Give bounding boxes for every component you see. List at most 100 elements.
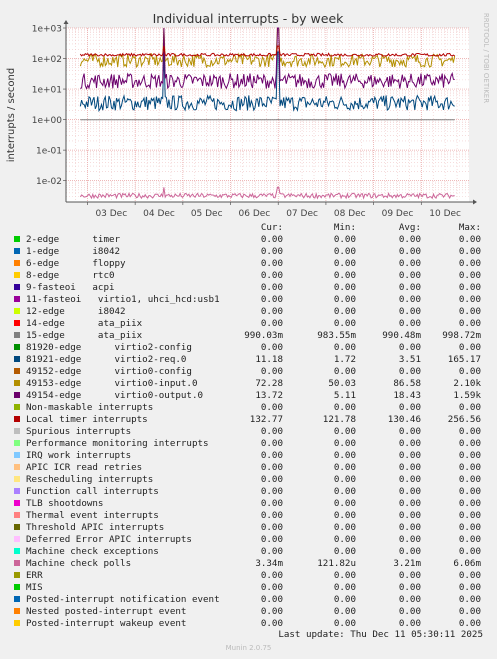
x-axis-arrow xyxy=(473,199,477,205)
legend-swatch xyxy=(14,416,20,422)
legend-name: 6-edge floppy xyxy=(26,258,126,269)
legend-max: 0.00 xyxy=(458,534,481,545)
legend-avg: 0.00 xyxy=(398,426,421,437)
legend-cur: 0.00 xyxy=(260,498,283,509)
x-tick-label: 08 Dec xyxy=(334,209,366,218)
legend-avg: 0.00 xyxy=(398,342,421,353)
legend-min: 0.00 xyxy=(333,270,356,281)
legend-max: 0.00 xyxy=(458,498,481,509)
legend-cur: 0.00 xyxy=(260,522,283,533)
legend-row: Deferred Error APIC interrupts 0.00 0.00 0.… xyxy=(0,534,497,546)
y-tick-label: 1e+03 xyxy=(32,25,62,35)
legend-swatch xyxy=(14,560,20,566)
legend-name: Local timer interrupts xyxy=(26,414,148,425)
legend-avg: 0.00 xyxy=(398,618,421,629)
legend-cur: 0.00 xyxy=(260,318,283,329)
legend-row: 9-fasteoi acpi 0.00 0.00 0.00 0.00 xyxy=(0,282,497,294)
legend-min: 121.82u xyxy=(317,558,356,569)
legend-cur: 990.03m xyxy=(244,330,283,341)
legend-min: 0.00 xyxy=(333,342,356,353)
legend-name: 49153-edge virtio0-input.0 xyxy=(26,378,198,389)
legend-avg: 0.00 xyxy=(398,234,421,245)
legend-row: 8-edge rtc0 0.00 0.00 0.00 0.00 xyxy=(0,270,497,282)
legend-max: 0.00 xyxy=(458,450,481,461)
legend-name: 11-fasteoi virtio1, uhci_hcd:usb1 xyxy=(26,294,220,305)
legend-min: 0.00 xyxy=(333,426,356,437)
legend-min: 0.00 xyxy=(333,258,356,269)
legend-row: 81920-edge virtio2-config 0.00 0.00 0.00 0.0… xyxy=(0,342,497,354)
legend-avg: 0.00 xyxy=(398,282,421,293)
legend-min: 0.00 xyxy=(333,582,356,593)
legend-max: 165.17 xyxy=(447,354,481,365)
legend-avg: 86.58 xyxy=(393,378,421,389)
legend-avg: 0.00 xyxy=(398,534,421,545)
legend-avg: 0.00 xyxy=(398,582,421,593)
header-max: Max: xyxy=(458,222,481,233)
legend-cur: 0.00 xyxy=(260,438,283,449)
legend-cur: 3.34m xyxy=(255,558,283,569)
legend-row: ERR 0.00 0.00 0.00 0.00 xyxy=(0,570,497,582)
legend-row: Function call interrupts 0.00 0.00 0.00 0.00 xyxy=(0,486,497,498)
x-tick-label: 05 Dec xyxy=(191,209,223,218)
legend-name: 49152-edge virtio0-config xyxy=(26,366,192,377)
legend-cur: 0.00 xyxy=(260,486,283,497)
legend-row: Local timer interrupts 132.77 121.78 130.46… xyxy=(0,414,497,426)
legend-name: 49154-edge virtio0-output.0 xyxy=(26,390,204,401)
legend-avg: 0.00 xyxy=(398,306,421,317)
x-tick-label: 07 Dec xyxy=(286,209,318,218)
last-update: Last update: Thu Dec 11 05:30:11 2025 xyxy=(278,629,483,640)
legend-min: 0.00 xyxy=(333,606,356,617)
legend-row: 6-edge floppy 0.00 0.00 0.00 0.00 xyxy=(0,258,497,270)
legend-cur: 0.00 xyxy=(260,546,283,557)
legend-swatch xyxy=(14,260,20,266)
legend-name: Machine check exceptions xyxy=(26,546,159,557)
legend-row: 1-edge i8042 0.00 0.00 0.00 0.00 xyxy=(0,246,497,258)
legend-cur: 72.28 xyxy=(255,378,283,389)
legend-cur: 0.00 xyxy=(260,606,283,617)
legend-avg: 0.00 xyxy=(398,498,421,509)
legend-swatch xyxy=(14,488,20,494)
x-tick-label: 09 Dec xyxy=(382,209,414,218)
legend-max: 0.00 xyxy=(458,474,481,485)
legend-swatch xyxy=(14,380,20,386)
y-tick-label: 1e+01 xyxy=(32,86,62,96)
y-axis-label: interrupts / second xyxy=(6,68,17,162)
legend-swatch xyxy=(14,284,20,290)
legend-swatch xyxy=(14,464,20,470)
legend-avg: 0.00 xyxy=(398,438,421,449)
legend-max: 256.56 xyxy=(447,414,481,425)
y-tick-label: 1e-02 xyxy=(36,177,62,187)
legend-min: 5.11 xyxy=(333,390,356,401)
legend-row: 15-edge ata_piix 990.03m 983.55m 990.48m 998… xyxy=(0,330,497,342)
legend-row: Posted-interrupt notification event 0.00 0… xyxy=(0,594,497,606)
legend-min: 0.00 xyxy=(333,246,356,257)
legend-cur: 11.18 xyxy=(255,354,283,365)
legend-row: MIS 0.00 0.00 0.00 0.00 xyxy=(0,582,497,594)
legend-min: 1.72 xyxy=(333,354,356,365)
legend-avg: 0.00 xyxy=(398,366,421,377)
y-tick-label: 1e-01 xyxy=(36,147,62,157)
legend-name: Rescheduling interrupts xyxy=(26,474,154,485)
legend-row: Rescheduling interrupts 0.00 0.00 0.00 0.00 xyxy=(0,474,497,486)
legend-max: 0.00 xyxy=(458,546,481,557)
legend-row: Non-maskable interrupts 0.00 0.00 0.00 0.00 xyxy=(0,402,497,414)
legend-min: 0.00 xyxy=(333,282,356,293)
legend-name: Deferred Error APIC interrupts xyxy=(26,534,192,545)
legend-cur: 0.00 xyxy=(260,450,283,461)
legend-swatch xyxy=(14,296,20,302)
legend-row: 2-edge timer 0.00 0.00 0.00 0.00 xyxy=(0,234,497,246)
legend-name: 2-edge timer xyxy=(26,234,121,245)
legend-row: 11-fasteoi virtio1, uhci_hcd:usb1 0.00 0.0… xyxy=(0,294,497,306)
x-tick-label: 06 Dec xyxy=(239,209,271,218)
legend-min: 0.00 xyxy=(333,510,356,521)
legend-min: 0.00 xyxy=(333,594,356,605)
legend-avg: 18.43 xyxy=(393,390,421,401)
legend-row: 49152-edge virtio0-config 0.00 0.00 0.00 0.0… xyxy=(0,366,497,378)
legend-cur: 0.00 xyxy=(260,402,283,413)
legend-swatch xyxy=(14,344,20,350)
legend-min: 0.00 xyxy=(333,486,356,497)
legend-cur: 0.00 xyxy=(260,282,283,293)
legend-max: 6.06m xyxy=(453,558,481,569)
legend-name: Non-maskable interrupts xyxy=(26,402,154,413)
legend-min: 0.00 xyxy=(333,474,356,485)
